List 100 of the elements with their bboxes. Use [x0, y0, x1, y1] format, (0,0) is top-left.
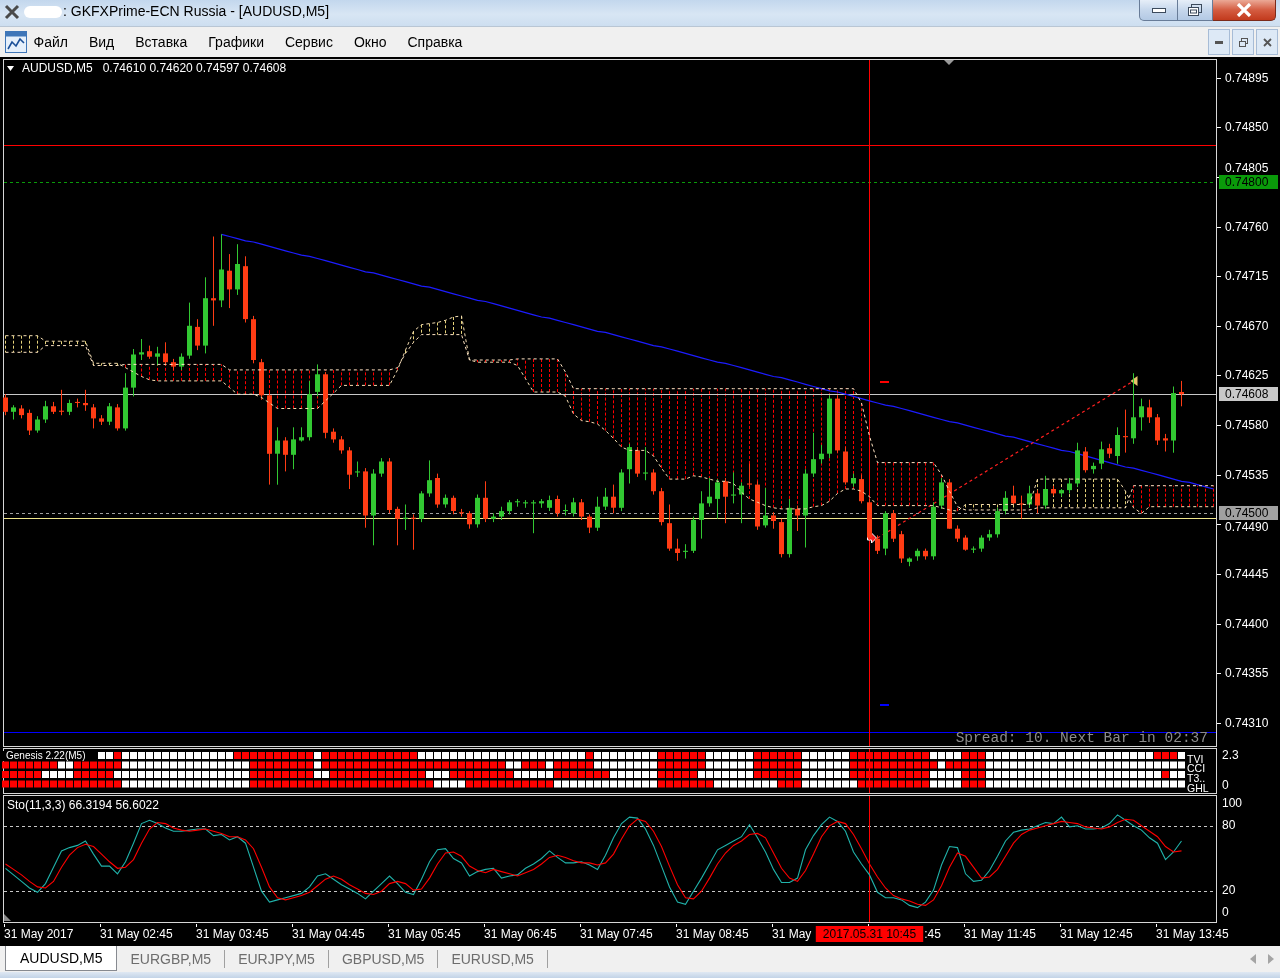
candlestick — [883, 511, 888, 556]
candlestick — [667, 504, 672, 551]
window-minimize-button[interactable] — [1208, 29, 1230, 55]
candlestick — [907, 557, 912, 567]
candlestick — [947, 479, 952, 529]
candlestick — [307, 380, 312, 441]
candlestick — [123, 373, 128, 431]
candlestick — [379, 458, 384, 477]
chart-tab[interactable]: EURGBP,M5 — [117, 950, 226, 968]
candlestick — [1115, 427, 1120, 464]
candlestick — [339, 436, 344, 454]
symbol-label: AUDUSD,M5 — [22, 61, 93, 76]
candlestick — [891, 510, 896, 542]
app-logo-icon — [4, 4, 20, 20]
row-label: CCI — [1187, 762, 1206, 775]
candlestick — [1107, 443, 1112, 459]
candlestick — [1051, 485, 1056, 496]
candlestick — [435, 473, 440, 508]
chart-tab[interactable]: AUDUSD,M5 — [5, 946, 118, 971]
menu-item[interactable]: Справка — [396, 30, 473, 54]
candlestick — [99, 415, 104, 425]
candlestick — [763, 487, 768, 528]
candlestick — [179, 353, 184, 370]
candlestick — [971, 546, 976, 553]
candlestick — [451, 495, 456, 515]
price-tag: 0.74608 — [1219, 387, 1278, 402]
restore-icon — [1188, 4, 1202, 16]
time-label: 31 May 02:45 — [100, 926, 173, 941]
price-label: 0.74805 — [1225, 161, 1269, 176]
window-restore-button[interactable] — [1232, 29, 1254, 55]
candlestick — [715, 479, 720, 519]
price-tag: 0.74800 — [1219, 175, 1278, 190]
candlestick — [51, 401, 56, 414]
close-button[interactable] — [1213, 0, 1276, 21]
candlestick — [915, 548, 920, 561]
time-label: 31 May 04:45 — [292, 926, 365, 941]
window-title: : GKFXPrime-ECN Russia - [AUDUSD,M5] — [63, 2, 330, 21]
candlestick — [315, 364, 320, 397]
candlestick — [299, 427, 304, 442]
candlestick — [691, 516, 696, 553]
candlestick — [27, 409, 32, 435]
candlestick — [875, 535, 880, 554]
candlestick — [651, 469, 656, 495]
candlestick — [547, 495, 552, 511]
candlestick — [147, 345, 152, 359]
minimize-icon — [1151, 7, 1166, 13]
candlestick — [155, 346, 160, 366]
time-label: 31 May 05:45 — [388, 926, 461, 941]
candlestick — [827, 395, 832, 459]
menu-item[interactable]: Вставка — [124, 30, 198, 54]
candlestick — [75, 398, 80, 408]
scale-label: 0 — [1222, 905, 1229, 920]
chart-tab[interactable]: EURUSD,M5 — [438, 950, 548, 968]
candlestick — [467, 511, 472, 529]
chart-tab[interactable]: GBPUSD,M5 — [328, 950, 439, 968]
candlestick — [171, 358, 176, 370]
candlestick — [491, 513, 496, 523]
window-close-button[interactable] — [1256, 29, 1278, 55]
time-label: 31 May 07:45 — [580, 926, 653, 941]
menu-item[interactable]: Графики — [197, 30, 275, 54]
restore-icon — [1238, 37, 1248, 47]
time-cursor-label: 2017.05.31 10:45 — [815, 926, 924, 942]
price-label: 0.74760 — [1225, 219, 1269, 234]
candlestick — [587, 514, 592, 534]
candlestick — [1091, 462, 1096, 474]
left-caret-icon — [1250, 954, 1256, 964]
price-label: 0.74310 — [1225, 715, 1269, 730]
indicator-title: Genesis 2.22(M5) — [6, 750, 86, 762]
row-label: TVI — [1187, 752, 1204, 765]
price-label: 0.74355 — [1225, 666, 1269, 681]
menu-item[interactable]: Файл — [23, 30, 79, 54]
candlestick — [395, 506, 400, 546]
candlestick — [1003, 491, 1008, 515]
candlestick — [987, 529, 992, 541]
candlestick — [107, 403, 112, 426]
candlestick — [1027, 485, 1032, 508]
price-label: 0.74625 — [1225, 368, 1269, 383]
picture-dash-mark — [880, 381, 889, 383]
candlestick — [595, 496, 600, 531]
time-label: 31 May — [772, 926, 812, 941]
candlestick — [963, 535, 968, 551]
spread-info: Spread: 10. Next Bar in 02:37 — [955, 730, 1208, 746]
chart-tab[interactable]: EURJPY,M5 — [225, 950, 329, 968]
price-label: 0.74535 — [1225, 467, 1269, 482]
price-label: 0.74400 — [1225, 616, 1269, 631]
menu-item[interactable]: Окно — [343, 30, 397, 54]
price-label: 0.74670 — [1225, 318, 1269, 333]
time-label: 31 May 03:45 — [196, 926, 269, 941]
menu-item[interactable]: Сервис — [274, 30, 344, 54]
price-label: 0.74580 — [1225, 418, 1269, 433]
candlestick — [1011, 485, 1016, 505]
right-caret-icon — [1268, 954, 1274, 964]
candlestick — [1043, 475, 1048, 509]
minimize-button[interactable] — [1139, 0, 1178, 21]
candlestick — [283, 437, 288, 472]
candlestick — [1139, 398, 1144, 431]
menu-item[interactable]: Вид — [78, 30, 125, 54]
scale-label: 2.3 — [1222, 748, 1239, 763]
candlestick — [787, 499, 792, 558]
restore-button[interactable] — [1178, 0, 1213, 21]
